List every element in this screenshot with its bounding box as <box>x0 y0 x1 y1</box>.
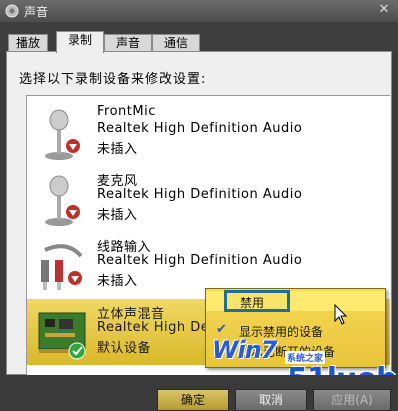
menu-item-disable[interactable]: 禁用 <box>206 290 385 312</box>
tab-communications[interactable]: 通信 <box>152 34 200 52</box>
tab-strip: 播放 录制 声音 通信 <box>0 22 398 53</box>
speaker-icon <box>5 4 19 18</box>
watermark-logo: Win7 <box>212 336 277 364</box>
menu-item-label: 禁用 <box>240 296 265 310</box>
device-status: 未插入 <box>97 208 138 223</box>
window-title: 声音 <box>24 5 49 19</box>
device-item-microphone[interactable]: 麦克风 Realtek High Definition Audio 未插入 <box>27 166 390 232</box>
sound-dialog: 声音 ✕ 播放 录制 声音 通信 选择以下录制设备来修改设置: FrontMic… <box>0 0 398 411</box>
mouse-cursor-icon <box>334 304 348 325</box>
device-description: Realtek High Definition Audio <box>97 253 303 268</box>
microphone-icon <box>45 175 80 226</box>
device-status: 未插入 <box>97 274 138 289</box>
device-name: FrontMic <box>97 104 156 119</box>
sound-card-icon <box>38 312 86 360</box>
instruction-text: 选择以下录制设备来修改设置: <box>19 72 207 87</box>
cancel-button[interactable]: 取消 <box>235 389 307 411</box>
apply-button[interactable]: 应用(A) <box>313 389 391 411</box>
device-item-frontmic[interactable]: FrontMic Realtek High Definition Audio 未… <box>27 100 390 166</box>
close-button[interactable]: ✕ <box>376 2 392 18</box>
ok-button[interactable]: 确定 <box>157 389 229 411</box>
tab-sounds[interactable]: 声音 <box>104 34 152 52</box>
device-status: 未插入 <box>97 142 138 157</box>
microphone-icon <box>45 109 80 160</box>
device-description: Realtek High Definition Audio <box>97 121 303 136</box>
dialog-footer: 确定 取消 应用(A) <box>0 375 398 411</box>
check-icon: ✔ <box>216 322 227 337</box>
title-bar[interactable]: 声音 ✕ <box>0 0 398 22</box>
tab-playback[interactable]: 播放 <box>8 34 48 52</box>
line-in-cable-icon <box>41 244 83 290</box>
tab-recording[interactable]: 录制 <box>56 31 104 53</box>
device-description: Realtek High Definition Audio <box>97 187 303 202</box>
device-status: 默认设备 <box>97 341 152 356</box>
